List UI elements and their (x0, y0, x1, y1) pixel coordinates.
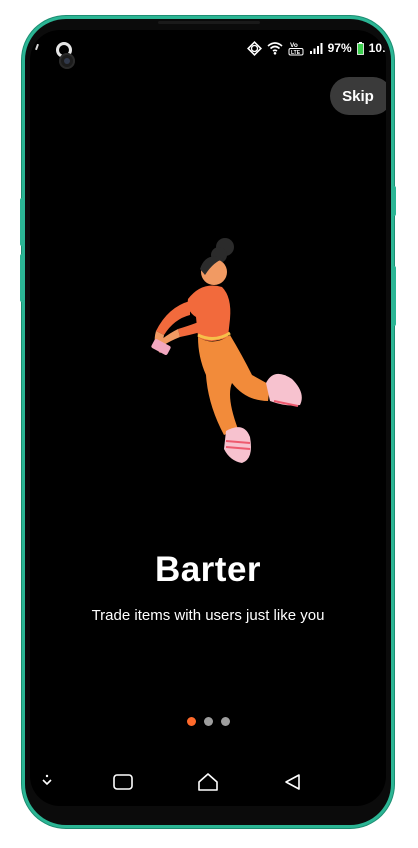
page-dot-2[interactable] (203, 717, 213, 726)
signal-icon (309, 42, 323, 54)
status-bar: Vo LTE 97% 10: (30, 30, 386, 69)
onboarding-illustration (151, 238, 302, 463)
side-button-right-2 (392, 266, 396, 326)
svg-text:Vo: Vo (290, 42, 298, 49)
shoe-right (266, 373, 302, 406)
recents-icon[interactable] (112, 772, 134, 796)
status-indicator (35, 43, 39, 51)
status-icons: Vo LTE 97% 10: (246, 40, 386, 56)
side-button-right (392, 186, 396, 216)
side-button-left (20, 198, 24, 246)
shoe-left (224, 427, 251, 463)
onboarding-subtitle: Trade items with users just like you (91, 607, 325, 624)
home-icon[interactable] (196, 772, 220, 796)
sync-icon (246, 40, 262, 56)
navigation-bar (30, 766, 386, 802)
front-camera (59, 53, 75, 69)
volte-icon: Vo LTE (288, 40, 304, 56)
wifi-icon (267, 41, 283, 55)
onboarding-title: Barter (154, 550, 262, 589)
page-indicator (30, 717, 386, 726)
clock: 10: (368, 41, 386, 55)
back-icon[interactable] (283, 772, 303, 796)
speaker-slot (158, 21, 260, 24)
app-screen: Vo LTE 97% 10: Skip Barter Trade items w… (30, 30, 386, 806)
keyboard-hide-icon[interactable] (40, 772, 54, 791)
battery-percent: 97% (327, 41, 352, 55)
battery-icon (356, 41, 364, 55)
pants (198, 335, 270, 435)
side-button-left-2 (20, 254, 24, 302)
svg-text:LTE: LTE (291, 50, 301, 56)
page-dot-1-active[interactable] (186, 717, 196, 726)
page-dot-3[interactable] (220, 717, 230, 726)
skip-button[interactable]: Skip (330, 77, 386, 115)
